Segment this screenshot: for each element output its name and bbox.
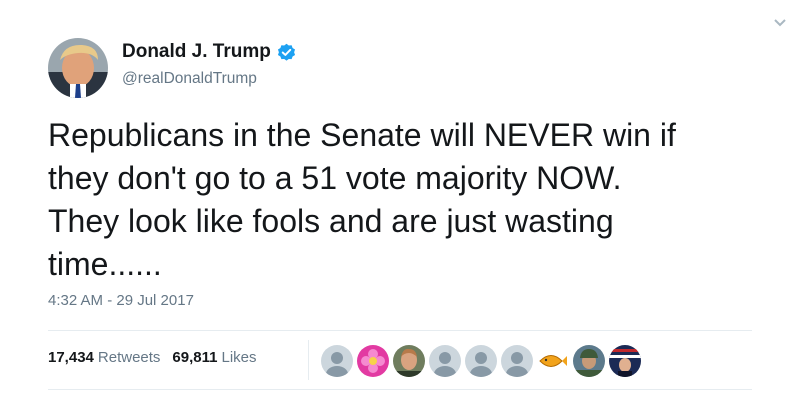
divider-top bbox=[48, 330, 752, 331]
likers-avatars bbox=[321, 345, 645, 377]
liker-avatar-3[interactable] bbox=[393, 345, 425, 377]
liker-avatar-9[interactable] bbox=[609, 345, 641, 377]
liker-avatar-8[interactable] bbox=[573, 345, 605, 377]
stats-separator bbox=[308, 340, 309, 380]
retweets-label: Retweets bbox=[97, 349, 161, 366]
display-name[interactable]: Donald J. Trump bbox=[122, 41, 271, 63]
tweet-card: Donald J. Trump @realDonaldTrump Republi… bbox=[0, 0, 800, 419]
user-handle[interactable]: @realDonaldTrump bbox=[122, 70, 257, 88]
retweets-count: 17,434 bbox=[48, 349, 94, 366]
profile-photo bbox=[48, 38, 108, 98]
liker-avatar-4[interactable] bbox=[429, 345, 461, 377]
default-avatar-icon bbox=[465, 345, 497, 377]
liker-avatar-2[interactable] bbox=[357, 345, 389, 377]
likes-count: 69,811 bbox=[172, 349, 218, 366]
pink-flower-avatar bbox=[357, 345, 389, 377]
flag-portrait-avatar bbox=[609, 345, 641, 377]
likes-stat[interactable]: 69,811 Likes bbox=[172, 349, 256, 366]
liker-avatar-1[interactable] bbox=[321, 345, 353, 377]
default-avatar-icon bbox=[321, 345, 353, 377]
liker-avatar-5[interactable] bbox=[465, 345, 497, 377]
tweet-text: Republicans in the Senate will NEVER win… bbox=[48, 117, 676, 282]
tweet-stats: 17,434 Retweets 69,811 Likes bbox=[48, 349, 269, 366]
verified-badge-icon bbox=[277, 43, 296, 62]
tweet-timestamp[interactable]: 4:32 AM - 29 Jul 2017 bbox=[48, 292, 194, 309]
soldier-avatar bbox=[573, 345, 605, 377]
liker-avatar-7[interactable] bbox=[537, 345, 569, 377]
default-avatar-icon bbox=[501, 345, 533, 377]
chevron-down-icon[interactable] bbox=[774, 14, 786, 27]
man-photo-avatar bbox=[393, 345, 425, 377]
liker-avatar-6[interactable] bbox=[501, 345, 533, 377]
likes-label: Likes bbox=[221, 349, 257, 366]
retweets-stat[interactable]: 17,434 Retweets bbox=[48, 349, 160, 366]
default-avatar-icon bbox=[429, 345, 461, 377]
ichthys-logo-avatar bbox=[537, 345, 569, 377]
divider-bottom bbox=[48, 389, 752, 390]
profile-avatar[interactable] bbox=[48, 38, 108, 98]
